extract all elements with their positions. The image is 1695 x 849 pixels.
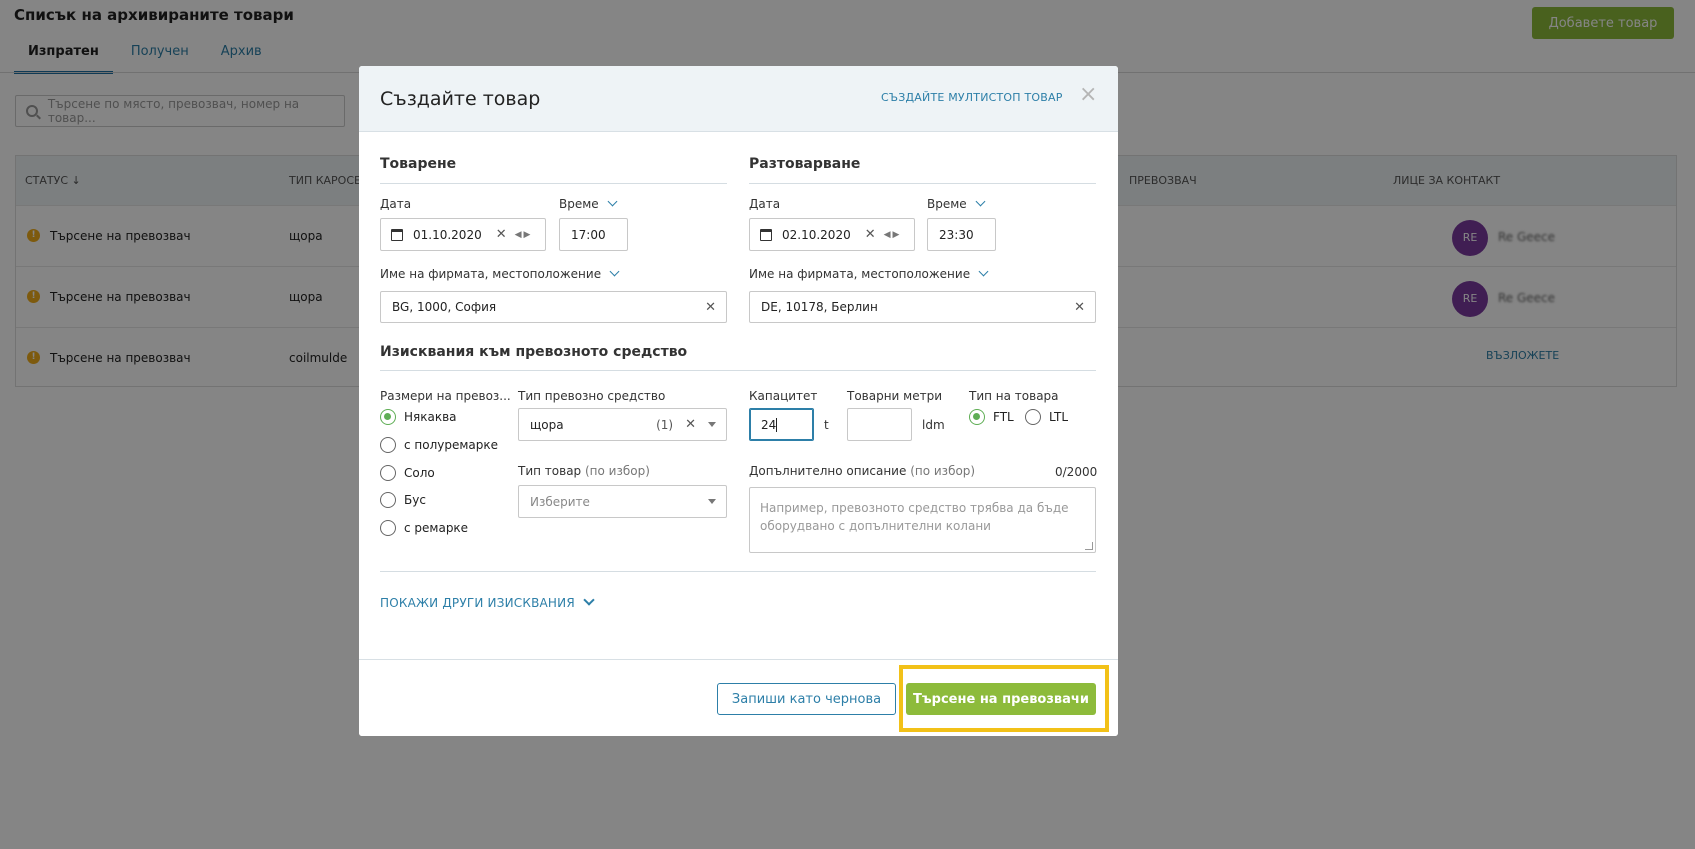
modal-header: Създайте товар СЪЗДАЙТЕ МУЛТИСТОП ТОВАР … [359,66,1118,132]
unloading-time-value: 23:30 [939,227,974,242]
bottom-divider [380,571,1096,572]
size-option-trailer[interactable]: с ремарке [380,520,468,536]
load-type-label: Тип на товара [969,389,1059,403]
resize-handle-icon[interactable] [1085,542,1093,550]
unloading-title: Разтоварване [749,156,861,172]
vehicle-type-count: (1) [656,417,674,432]
load-type-ftl[interactable]: FTL [969,409,1014,425]
requirements-title: Изисквания към превозното средство [380,344,688,360]
goods-type-placeholder: Изберите [530,494,590,509]
description-textarea[interactable]: Например, превозното средство трябва да … [749,487,1096,553]
radio-icon [1025,409,1041,425]
close-icon[interactable]: × [1079,84,1097,106]
unloading-time-label[interactable]: Време [927,196,986,211]
unloading-company-value: DE, 10178, Берлин [761,300,878,314]
unloading-company-field[interactable]: DE, 10178, Берлин ✕ [749,291,1096,323]
radio-icon [380,465,396,481]
description-counter: 0/2000 [1055,465,1098,479]
capacity-label: Капацитет [749,389,818,403]
chevron-down-icon [975,196,986,207]
create-multistop-link[interactable]: СЪЗДАЙТЕ МУЛТИСТОП ТОВАР [881,91,1063,104]
ldm-input[interactable] [847,408,912,441]
ldm-label: Товарни метри [847,389,943,403]
description-placeholder: Например, превозното средство трябва да … [760,501,1069,533]
date-step-icon[interactable]: ◀▶ [515,230,533,240]
radio-icon [380,437,396,453]
loading-company-field[interactable]: BG, 1000, София ✕ [380,291,727,323]
calendar-icon [391,228,403,241]
size-option-any[interactable]: Някаква [380,409,457,425]
load-type-ltl[interactable]: LTL [1025,409,1068,425]
unloading-divider [749,183,1096,184]
dropdown-caret-icon [708,499,716,504]
radio-icon [380,520,396,536]
highlight-box [899,665,1109,732]
loading-time-label[interactable]: Време [559,196,618,211]
unloading-date-field[interactable]: 02.10.2020 ✕ ◀▶ [749,218,915,251]
clear-icon[interactable]: ✕ [865,227,876,242]
loading-date-field[interactable]: 01.10.2020 ✕ ◀▶ [380,218,546,251]
goods-type-select[interactable]: Изберите [518,485,727,518]
dropdown-caret-icon [708,422,716,427]
loading-divider [380,183,727,184]
modal-title: Създайте товар [380,88,541,110]
show-other-requirements-link[interactable]: ПОКАЖИ ДРУГИ ИЗИСКВАНИЯ [380,594,595,610]
chevron-down-icon [583,594,595,606]
vehicle-type-label: Тип превозно средство [518,389,666,403]
goods-type-label: Тип товар (по избор) [518,464,650,478]
sizes-label: Размери на превоз... [380,389,511,403]
clear-icon[interactable]: ✕ [685,417,696,432]
ldm-unit: ldm [922,418,945,432]
text-cursor [776,417,778,432]
date-step-icon[interactable]: ◀▶ [884,230,902,240]
loading-company-label[interactable]: Име на фирмата, местоположение [380,266,620,281]
radio-selected-icon [380,409,396,425]
capacity-value: 24 [761,417,777,432]
unloading-date-label: Дата [749,197,781,211]
vehicle-type-select[interactable]: щора (1) ✕ [518,408,727,441]
description-label: Допълнително описание (по избор) [749,464,976,478]
loading-time-value: 17:00 [571,227,606,242]
vehicle-type-value: щора [530,417,564,432]
radio-selected-icon [969,409,985,425]
loading-time-field[interactable]: 17:00 [559,218,628,251]
unloading-time-field[interactable]: 23:30 [927,218,996,251]
capacity-input[interactable]: 24 [749,408,814,441]
create-load-modal: Създайте товар СЪЗДАЙТЕ МУЛТИСТОП ТОВАР … [359,66,1118,736]
clear-icon[interactable]: ✕ [1074,300,1085,315]
unloading-company-label[interactable]: Име на фирмата, местоположение [749,266,989,281]
size-option-semitrailer[interactable]: с полуремарке [380,437,498,453]
radio-icon [380,492,396,508]
chevron-down-icon [607,196,618,207]
loading-date-value: 01.10.2020 [413,227,482,242]
loading-company-value: BG, 1000, София [392,300,497,314]
capacity-unit: t [824,418,829,432]
chevron-down-icon [609,266,620,277]
requirements-divider [380,370,1096,371]
unloading-date-value: 02.10.2020 [782,227,851,242]
save-draft-button[interactable]: Запиши като чернова [717,683,896,715]
calendar-icon [760,228,772,241]
size-option-solo[interactable]: Соло [380,465,435,481]
size-option-van[interactable]: Бус [380,492,426,508]
loading-date-label: Дата [380,197,412,211]
chevron-down-icon [978,266,989,277]
clear-icon[interactable]: ✕ [496,227,507,242]
clear-icon[interactable]: ✕ [705,300,716,315]
loading-title: Товарене [380,156,457,172]
